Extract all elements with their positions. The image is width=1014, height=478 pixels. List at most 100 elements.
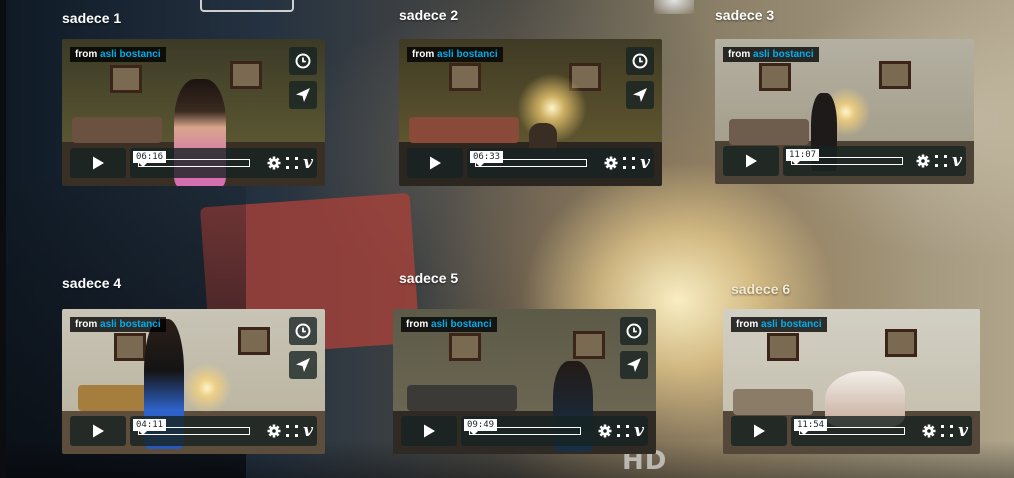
play-icon — [424, 424, 435, 438]
control-bar: 06:16 v — [130, 148, 317, 178]
play-button[interactable] — [407, 148, 463, 178]
author-link[interactable]: asli bostanci — [431, 319, 492, 330]
from-author-tag[interactable]: from asli bostanci — [70, 317, 166, 332]
video-player[interactable]: from asli bostanci 11:54 v — [723, 309, 980, 454]
background-frame-edge — [200, 0, 294, 12]
fullscreen-icon — [286, 157, 299, 169]
fullscreen-icon — [941, 425, 954, 437]
watch-later-button[interactable] — [289, 317, 317, 345]
vimeo-logo-icon[interactable]: v — [640, 154, 650, 172]
control-bar: 06:33 v — [467, 148, 654, 178]
play-button[interactable] — [723, 146, 779, 176]
paper-plane-icon — [296, 88, 310, 102]
background-light — [654, 0, 694, 14]
gear-icon — [916, 154, 930, 168]
fullscreen-icon — [623, 157, 636, 169]
watch-later-button[interactable] — [289, 47, 317, 75]
video-title: sadece 5 — [399, 270, 459, 286]
control-bar: 04:11 v — [130, 416, 317, 446]
play-button[interactable] — [401, 416, 457, 446]
duration-label: 06:16 — [133, 151, 167, 167]
fullscreen-button[interactable] — [617, 425, 630, 437]
progress-bar[interactable]: 11:54 — [794, 419, 905, 435]
play-icon — [754, 424, 765, 438]
video-player[interactable]: from asli bostanci 04:11 v — [62, 309, 325, 454]
video-title: sadece 1 — [62, 10, 122, 26]
settings-button[interactable] — [604, 156, 618, 170]
duration-label: 11:54 — [794, 419, 828, 435]
clock-icon — [295, 323, 311, 339]
from-author-tag[interactable]: from asli bostanci — [407, 47, 503, 62]
share-button[interactable] — [289, 81, 317, 109]
from-author-tag[interactable]: from asli bostanci — [401, 317, 497, 332]
gear-icon — [267, 424, 281, 438]
progress-bar[interactable]: 06:33 — [470, 151, 587, 167]
fullscreen-button[interactable] — [286, 157, 299, 169]
play-icon — [430, 156, 441, 170]
video-title: sadece 3 — [715, 7, 775, 23]
fullscreen-icon — [935, 155, 948, 167]
vimeo-logo-icon[interactable]: v — [303, 154, 313, 172]
vimeo-logo-icon[interactable]: v — [303, 422, 313, 440]
play-icon — [746, 154, 757, 168]
clock-icon — [626, 323, 642, 339]
video-player[interactable]: from asli bostanci 11:07 v — [715, 39, 974, 184]
fullscreen-button[interactable] — [935, 155, 948, 167]
video-title: sadece 6 — [731, 281, 791, 297]
video-title: sadece 4 — [62, 275, 122, 291]
gear-icon — [267, 156, 281, 170]
author-link[interactable]: asli bostanci — [437, 49, 498, 60]
author-link[interactable]: asli bostanci — [753, 49, 814, 60]
from-author-tag[interactable]: from asli bostanci — [70, 47, 166, 62]
play-icon — [93, 156, 104, 170]
video-title: sadece 2 — [399, 7, 459, 23]
duration-label: 09:49 — [464, 419, 498, 435]
control-bar: 11:54 v — [791, 416, 972, 446]
play-button[interactable] — [70, 416, 126, 446]
settings-button[interactable] — [267, 156, 281, 170]
fullscreen-button[interactable] — [623, 157, 636, 169]
settings-button[interactable] — [916, 154, 930, 168]
vimeo-logo-icon[interactable]: v — [952, 152, 962, 170]
progress-bar[interactable]: 11:07 — [786, 149, 903, 165]
author-link[interactable]: asli bostanci — [100, 49, 161, 60]
from-author-tag[interactable]: from asli bostanci — [731, 317, 827, 332]
progress-bar[interactable]: 06:16 — [133, 151, 250, 167]
author-link[interactable]: asli bostanci — [100, 319, 161, 330]
play-button[interactable] — [731, 416, 787, 446]
watch-later-button[interactable] — [626, 47, 654, 75]
gear-icon — [922, 424, 936, 438]
duration-label: 06:33 — [470, 151, 504, 167]
duration-label: 11:07 — [786, 149, 820, 165]
settings-button[interactable] — [922, 424, 936, 438]
video-player[interactable]: from asli bostanci 06:33 v — [399, 39, 662, 186]
progress-bar[interactable]: 04:11 — [133, 419, 250, 435]
settings-button[interactable] — [267, 424, 281, 438]
watch-later-button[interactable] — [620, 317, 648, 345]
paper-plane-icon — [296, 358, 310, 372]
paper-plane-icon — [633, 88, 647, 102]
control-bar: 11:07 v — [783, 146, 966, 176]
vimeo-logo-icon[interactable]: v — [634, 422, 644, 440]
play-button[interactable] — [70, 148, 126, 178]
from-author-tag[interactable]: from asli bostanci — [723, 47, 819, 62]
author-link[interactable]: asli bostanci — [761, 319, 822, 330]
settings-button[interactable] — [598, 424, 612, 438]
share-button[interactable] — [289, 351, 317, 379]
paper-plane-icon — [627, 358, 641, 372]
progress-bar[interactable]: 09:49 — [464, 419, 581, 435]
share-button[interactable] — [626, 81, 654, 109]
duration-label: 04:11 — [133, 419, 167, 435]
play-icon — [93, 424, 104, 438]
fullscreen-button[interactable] — [286, 425, 299, 437]
clock-icon — [295, 53, 311, 69]
fullscreen-icon — [617, 425, 630, 437]
fullscreen-button[interactable] — [941, 425, 954, 437]
video-player[interactable]: from asli bostanci 06:16 v — [62, 39, 325, 186]
video-player[interactable]: from asli bostanci 09:49 v — [393, 309, 656, 454]
control-bar: 09:49 v — [461, 416, 648, 446]
share-button[interactable] — [620, 351, 648, 379]
vimeo-logo-icon[interactable]: v — [958, 422, 968, 440]
gear-icon — [604, 156, 618, 170]
clock-icon — [632, 53, 648, 69]
